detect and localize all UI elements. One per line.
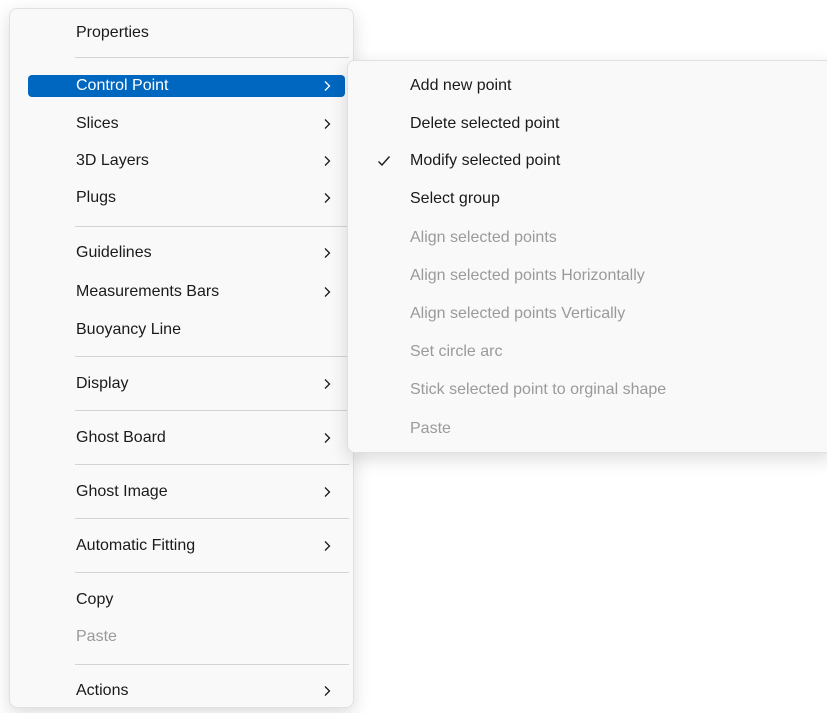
chevron-right-icon: [319, 683, 335, 699]
submenu-item-align-selected-points: Align selected points: [360, 227, 815, 249]
chevron-right-icon: [319, 78, 335, 94]
menu-item-slices[interactable]: Slices: [28, 113, 345, 135]
submenu-item-align-horizontally: Align selected points Horizontally: [360, 265, 815, 287]
menu-item-plugs[interactable]: Plugs: [28, 187, 345, 209]
submenu-item-modify-selected-point[interactable]: Modify selected point: [360, 150, 815, 172]
menu-item-label: Delete selected point: [410, 115, 560, 132]
menu-item-measurements-bars[interactable]: Measurements Bars: [28, 281, 345, 303]
submenu-item-stick-to-original-shape: Stick selected point to orginal shape: [360, 379, 815, 401]
chevron-right-icon: [319, 116, 335, 132]
menu-separator: [75, 572, 349, 573]
menu-item-label: Align selected points Vertically: [410, 305, 626, 322]
chevron-right-icon: [319, 245, 335, 261]
menu-separator: [75, 57, 349, 58]
submenu-item-set-circle-arc: Set circle arc: [360, 341, 815, 363]
menu-item-display[interactable]: Display: [28, 373, 345, 395]
control-point-submenu: Add new point Delete selected point Modi…: [347, 60, 827, 453]
menu-item-label: Buoyancy Line: [76, 321, 181, 338]
menu-item-label: Automatic Fitting: [76, 537, 196, 554]
chevron-right-icon: [319, 190, 335, 206]
menu-item-label: Modify selected point: [410, 152, 561, 169]
menu-item-label: Ghost Image: [76, 483, 168, 500]
submenu-item-align-vertically: Align selected points Vertically: [360, 303, 815, 325]
menu-item-label: Control Point: [76, 77, 169, 94]
menu-separator: [75, 518, 349, 519]
menu-item-label: Actions: [76, 682, 129, 699]
menu-item-3d-layers[interactable]: 3D Layers: [28, 150, 345, 172]
chevron-right-icon: [319, 484, 335, 500]
menu-separator: [75, 226, 349, 227]
menu-item-label: Align selected points: [410, 229, 557, 246]
menu-item-label: Properties: [76, 24, 149, 41]
menu-item-actions[interactable]: Actions: [28, 680, 345, 702]
menu-item-label: Slices: [76, 115, 119, 132]
menu-item-label: Plugs: [76, 189, 117, 206]
menu-item-label: Measurements Bars: [76, 283, 220, 300]
menu-item-label: Stick selected point to orginal shape: [410, 381, 667, 398]
context-menu: Properties Control Point Slices 3D Layer…: [9, 8, 354, 708]
menu-item-label: 3D Layers: [76, 152, 149, 169]
chevron-right-icon: [319, 153, 335, 169]
menu-item-label: Select group: [410, 190, 500, 207]
menu-item-guidelines[interactable]: Guidelines: [28, 242, 345, 264]
submenu-item-add-new-point[interactable]: Add new point: [360, 75, 815, 97]
menu-item-label: Paste: [410, 420, 451, 437]
menu-item-label: Copy: [76, 591, 114, 608]
chevron-right-icon: [319, 430, 335, 446]
menu-separator: [75, 464, 349, 465]
menu-item-label: Align selected points Horizontally: [410, 267, 645, 284]
menu-item-control-point[interactable]: Control Point: [28, 75, 345, 97]
menu-item-label: Guidelines: [76, 244, 152, 261]
menu-item-ghost-board[interactable]: Ghost Board: [28, 427, 345, 449]
menu-separator: [75, 356, 349, 357]
chevron-right-icon: [319, 284, 335, 300]
menu-item-buoyancy-line[interactable]: Buoyancy Line: [28, 319, 345, 341]
menu-separator: [75, 410, 349, 411]
menu-separator: [75, 664, 349, 665]
menu-item-label: Display: [76, 375, 129, 392]
submenu-item-delete-selected-point[interactable]: Delete selected point: [360, 113, 815, 135]
menu-item-label: Ghost Board: [76, 429, 166, 446]
menu-item-label: Add new point: [410, 77, 512, 94]
menu-item-automatic-fitting[interactable]: Automatic Fitting: [28, 535, 345, 557]
menu-item-label: Paste: [76, 628, 117, 645]
menu-item-ghost-image[interactable]: Ghost Image: [28, 481, 345, 503]
menu-item-label: Set circle arc: [410, 343, 503, 360]
checkmark-icon: [376, 153, 392, 169]
chevron-right-icon: [319, 376, 335, 392]
menu-item-properties[interactable]: Properties: [28, 22, 345, 44]
menu-item-copy[interactable]: Copy: [28, 589, 345, 611]
chevron-right-icon: [319, 538, 335, 554]
menu-item-paste: Paste: [28, 626, 345, 648]
submenu-item-select-group[interactable]: Select group: [360, 188, 815, 210]
submenu-item-paste: Paste: [360, 418, 815, 440]
